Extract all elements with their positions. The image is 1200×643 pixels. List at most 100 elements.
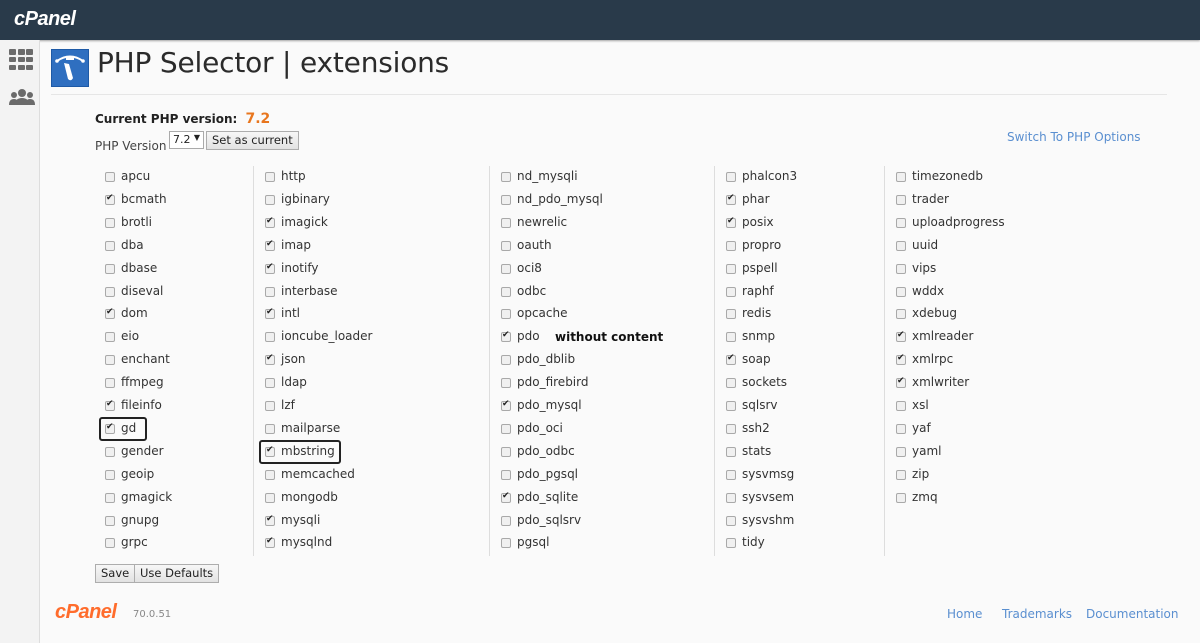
- extension-checkbox[interactable]: [501, 515, 511, 526]
- switch-to-php-options-link[interactable]: Switch To PHP Options: [1007, 130, 1141, 144]
- extension-checkbox[interactable]: [105, 538, 115, 549]
- extension-label: pdo_mysql: [517, 398, 582, 412]
- extension-checkbox[interactable]: [265, 307, 275, 320]
- extension-checkbox[interactable]: [501, 446, 511, 457]
- extension-label: vips: [912, 260, 937, 275]
- extension-checkbox[interactable]: [896, 446, 906, 457]
- users-icon[interactable]: [9, 88, 35, 110]
- extension-checkbox[interactable]: [726, 353, 736, 366]
- extension-checkbox[interactable]: [105, 469, 115, 480]
- extension-checkbox[interactable]: [726, 423, 736, 434]
- extension-checkbox[interactable]: [501, 423, 511, 434]
- extension-checkbox[interactable]: [105, 492, 115, 503]
- footer-link-trademarks[interactable]: Trademarks: [1002, 607, 1072, 621]
- set-as-current-button[interactable]: Set as current: [206, 131, 299, 150]
- extension-checkbox[interactable]: [896, 423, 906, 434]
- extension-label: dba: [121, 237, 144, 252]
- extension-label: oci8: [517, 260, 542, 275]
- extension-checkbox[interactable]: [501, 330, 511, 343]
- extension-checkbox[interactable]: [265, 194, 275, 205]
- extension-checkbox[interactable]: [726, 240, 736, 251]
- extension-checkbox[interactable]: [501, 309, 511, 320]
- extension-checkbox[interactable]: [726, 538, 736, 549]
- extension-checkbox[interactable]: [501, 399, 511, 411]
- extension-checkbox[interactable]: [896, 286, 906, 297]
- extension-checkbox[interactable]: [265, 536, 275, 549]
- extension-checkbox[interactable]: [501, 538, 511, 549]
- extension-checkbox[interactable]: [726, 263, 736, 274]
- extension-checkbox[interactable]: [726, 492, 736, 503]
- extension-checkbox[interactable]: [105, 355, 115, 366]
- extension-checkbox[interactable]: [726, 469, 736, 480]
- extension-checkbox[interactable]: [265, 423, 275, 434]
- extension-checkbox[interactable]: [105, 307, 115, 320]
- extension-checkbox[interactable]: [265, 262, 275, 274]
- grid-icon[interactable]: [9, 49, 33, 71]
- extension-checkbox[interactable]: [265, 378, 275, 389]
- extension-checkbox[interactable]: [265, 353, 275, 366]
- cpanel-logo[interactable]: cPanel: [14, 8, 76, 31]
- extension-checkbox[interactable]: [501, 217, 511, 228]
- extension-checkbox[interactable]: [265, 514, 275, 526]
- extension-checkbox[interactable]: [265, 332, 275, 343]
- use-defaults-button[interactable]: Use Defaults: [134, 564, 220, 583]
- php-version-select[interactable]: 7.2 ▼: [169, 131, 204, 149]
- extension-checkbox[interactable]: [501, 172, 511, 182]
- extension-checkbox[interactable]: [726, 309, 736, 320]
- extension-label: http: [281, 169, 306, 183]
- extension-checkbox[interactable]: [501, 378, 511, 389]
- extension-checkbox[interactable]: [105, 172, 115, 182]
- extension-checkbox[interactable]: [265, 492, 275, 503]
- extension-checkbox[interactable]: [726, 193, 736, 205]
- extension-checkbox[interactable]: [105, 446, 115, 457]
- extension-checkbox[interactable]: [105, 378, 115, 389]
- extension-label: eio: [121, 329, 140, 344]
- extension-checkbox[interactable]: [265, 239, 275, 251]
- extension-checkbox[interactable]: [265, 469, 275, 480]
- extension-checkbox[interactable]: [265, 286, 275, 297]
- extension-checkbox[interactable]: [726, 286, 736, 297]
- extension-checkbox[interactable]: [896, 263, 906, 274]
- extension-checkbox[interactable]: [265, 172, 275, 182]
- extension-checkbox[interactable]: [501, 286, 511, 297]
- footer-link-home[interactable]: Home: [947, 607, 982, 621]
- extension-checkbox[interactable]: [726, 378, 736, 389]
- extension-checkbox[interactable]: [501, 240, 511, 251]
- extension-checkbox[interactable]: [105, 332, 115, 343]
- extension-checkbox[interactable]: [501, 263, 511, 274]
- extension-checkbox[interactable]: [726, 446, 736, 457]
- save-button[interactable]: Save: [95, 564, 136, 583]
- extension-checkbox[interactable]: [896, 309, 906, 320]
- extension-checkbox[interactable]: [896, 240, 906, 251]
- extension-checkbox[interactable]: [896, 172, 906, 182]
- extension-checkbox[interactable]: [726, 515, 736, 526]
- extension-checkbox[interactable]: [896, 401, 906, 411]
- extension-checkbox[interactable]: [105, 263, 115, 274]
- extension-checkbox[interactable]: [265, 401, 275, 411]
- extension-checkbox[interactable]: [501, 194, 511, 205]
- extension-checkbox[interactable]: [105, 240, 115, 251]
- extension-checkbox[interactable]: [726, 332, 736, 343]
- extension-checkbox[interactable]: [896, 217, 906, 228]
- extension-checkbox[interactable]: [105, 399, 115, 411]
- extension-checkbox[interactable]: [896, 376, 906, 389]
- extension-checkbox[interactable]: [726, 401, 736, 411]
- extension-checkbox[interactable]: [726, 216, 736, 228]
- extension-checkbox[interactable]: [896, 330, 906, 343]
- extension-checkbox[interactable]: [896, 492, 906, 503]
- extension-checkbox[interactable]: [501, 355, 511, 366]
- extension-checkbox[interactable]: [105, 217, 115, 228]
- extension-checkbox[interactable]: [105, 515, 115, 526]
- extension-label: xsl: [912, 398, 929, 412]
- extension-checkbox[interactable]: [726, 172, 736, 182]
- footer-link-documentation[interactable]: Documentation: [1086, 607, 1179, 621]
- extension-checkbox[interactable]: [105, 193, 115, 205]
- column-separator: [714, 166, 715, 556]
- extension-checkbox[interactable]: [896, 469, 906, 480]
- extension-checkbox[interactable]: [501, 469, 511, 480]
- extension-checkbox[interactable]: [501, 491, 511, 503]
- extension-checkbox[interactable]: [105, 286, 115, 297]
- extension-checkbox[interactable]: [896, 194, 906, 205]
- extension-checkbox[interactable]: [265, 216, 275, 228]
- extension-checkbox[interactable]: [896, 353, 906, 366]
